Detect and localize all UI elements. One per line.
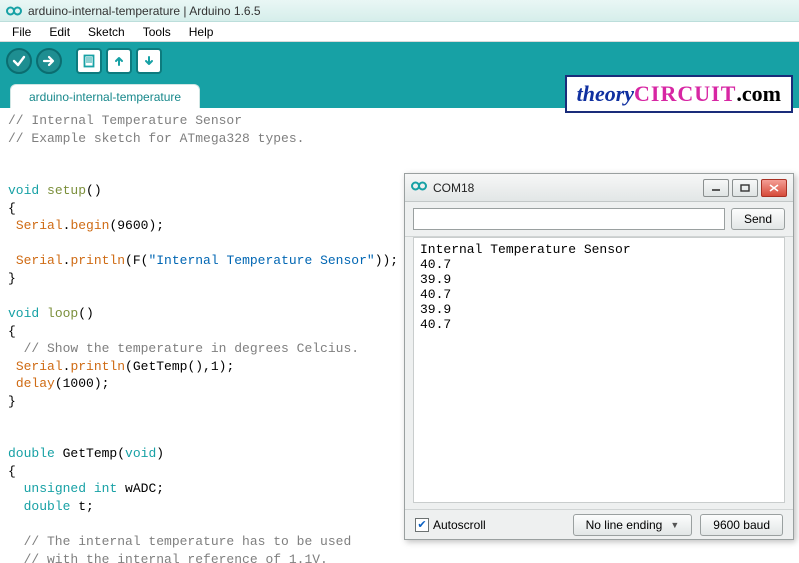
- close-button[interactable]: [761, 179, 787, 197]
- code-token: (): [86, 183, 102, 198]
- baud-value: 9600 baud: [713, 518, 770, 532]
- code-token: int: [94, 481, 117, 496]
- code-token: t;: [70, 499, 93, 514]
- code-token: void: [8, 183, 39, 198]
- code-token: ): [156, 446, 164, 461]
- send-button[interactable]: Send: [731, 208, 785, 230]
- line-ending-dropdown[interactable]: No line ending ▼: [573, 514, 693, 536]
- open-sketch-button[interactable]: [106, 48, 132, 74]
- code-token: setup: [47, 183, 86, 198]
- theorycircuit-logo: theoryCIRCUIT.com: [565, 75, 793, 113]
- baud-dropdown[interactable]: 9600 baud: [700, 514, 783, 536]
- serial-bottom-bar: ✔ Autoscroll No line ending ▼ 9600 baud: [405, 509, 793, 539]
- code-comment: // with the internal reference of 1.1V.: [8, 552, 328, 563]
- code-token: double: [24, 499, 71, 514]
- chevron-down-icon: ▼: [670, 520, 679, 530]
- autoscroll-checkbox[interactable]: ✔ Autoscroll: [415, 518, 565, 532]
- serial-monitor-window: COM18 Send Internal Temperature Sensor 4…: [404, 173, 794, 540]
- menu-tools[interactable]: Tools: [135, 23, 179, 41]
- code-token: (9600);: [109, 218, 164, 233]
- menu-bar: File Edit Sketch Tools Help: [0, 22, 799, 42]
- save-sketch-button[interactable]: [136, 48, 162, 74]
- code-token: (F(: [125, 253, 148, 268]
- code-comment: // Internal Temperature Sensor: [8, 113, 242, 128]
- code-token: }: [8, 394, 16, 409]
- code-token: }: [8, 271, 16, 286]
- serial-output[interactable]: Internal Temperature Sensor 40.7 39.9 40…: [413, 237, 785, 503]
- code-token: {: [8, 324, 16, 339]
- code-token: {: [8, 464, 16, 479]
- line-ending-value: No line ending: [586, 518, 663, 532]
- code-token: ));: [375, 253, 398, 268]
- arduino-small-icon: [411, 180, 427, 195]
- logo-part-circuit: CIRCUIT: [634, 81, 736, 106]
- code-comment: // Show the temperature in degrees Celci…: [8, 341, 359, 356]
- code-token: "Internal Temperature Sensor": [148, 253, 374, 268]
- upload-button[interactable]: [36, 48, 62, 74]
- code-token: (): [78, 306, 94, 321]
- logo-part-com: .com: [736, 81, 781, 106]
- maximize-button[interactable]: [732, 179, 758, 197]
- menu-file[interactable]: File: [4, 23, 39, 41]
- code-token: Serial: [16, 253, 63, 268]
- code-token: (1000);: [55, 376, 110, 391]
- code-token: double: [8, 446, 55, 461]
- code-token: (: [117, 446, 125, 461]
- code-token: println: [70, 359, 125, 374]
- logo-part-theory: theory: [577, 81, 634, 106]
- code-token: GetTemp: [63, 446, 118, 461]
- serial-window-title: COM18: [433, 181, 474, 195]
- code-token: void: [8, 306, 39, 321]
- window-title: arduino-internal-temperature | Arduino 1…: [28, 4, 261, 18]
- menu-edit[interactable]: Edit: [41, 23, 78, 41]
- minimize-button[interactable]: [703, 179, 729, 197]
- window-titlebar: arduino-internal-temperature | Arduino 1…: [0, 0, 799, 22]
- code-token: void: [125, 446, 156, 461]
- code-token: Serial: [16, 218, 63, 233]
- code-token: (GetTemp(),1);: [125, 359, 234, 374]
- arduino-app-icon: [6, 5, 22, 17]
- code-token: Serial: [16, 359, 63, 374]
- code-token: wADC;: [117, 481, 164, 496]
- serial-titlebar[interactable]: COM18: [405, 174, 793, 202]
- code-token: loop: [47, 306, 78, 321]
- checkbox-icon: ✔: [415, 518, 429, 532]
- menu-sketch[interactable]: Sketch: [80, 23, 133, 41]
- code-token: begin: [70, 218, 109, 233]
- code-token: {: [8, 201, 16, 216]
- code-comment: // The internal temperature has to be us…: [8, 534, 351, 549]
- code-token: println: [70, 253, 125, 268]
- tab-sketch[interactable]: arduino-internal-temperature: [10, 84, 200, 108]
- code-token: unsigned: [24, 481, 86, 496]
- autoscroll-label-text: Autoscroll: [433, 518, 486, 532]
- code-token: delay: [16, 376, 55, 391]
- new-sketch-button[interactable]: [76, 48, 102, 74]
- serial-send-row: Send: [405, 202, 793, 237]
- verify-button[interactable]: [6, 48, 32, 74]
- menu-help[interactable]: Help: [181, 23, 222, 41]
- code-comment: // Example sketch for ATmega328 types.: [8, 131, 304, 146]
- serial-input[interactable]: [413, 208, 725, 230]
